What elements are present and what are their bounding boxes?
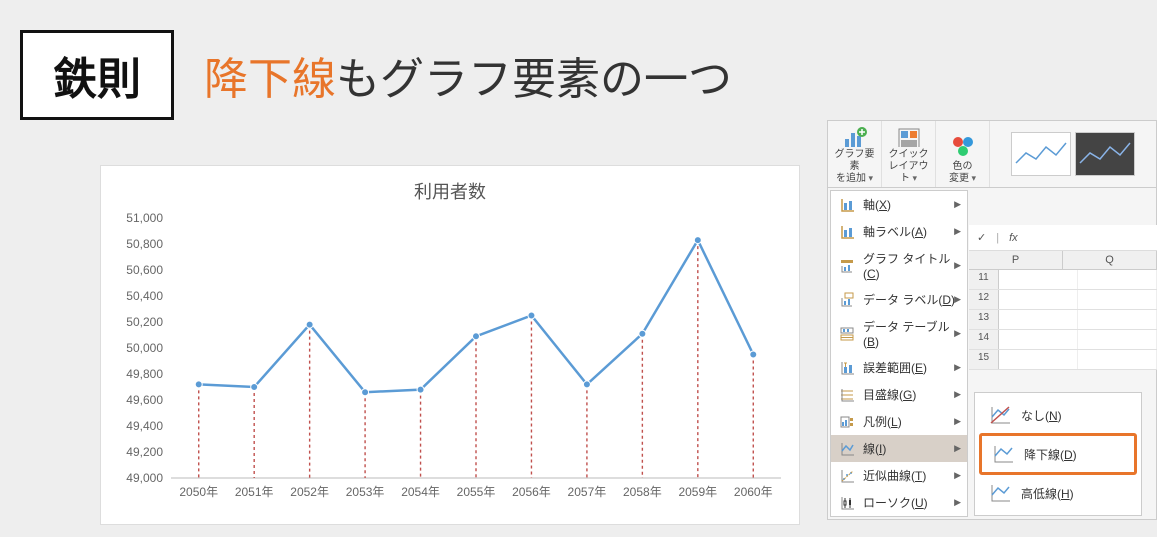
svg-text:50,800: 50,800 xyxy=(126,237,163,251)
menu-item-axis[interactable]: 軸ラベル(A)▶ xyxy=(831,218,967,245)
svg-text:49,000: 49,000 xyxy=(126,471,163,485)
col-header[interactable]: Q xyxy=(1063,251,1157,269)
worksheet-preview: ✓ | fx P Q 1112131415 xyxy=(969,225,1157,370)
svg-text:49,800: 49,800 xyxy=(126,367,163,381)
submenu-item-0[interactable]: なし(N) xyxy=(979,397,1137,433)
chart-style-gallery[interactable] xyxy=(990,121,1156,187)
svg-text:49,200: 49,200 xyxy=(126,445,163,459)
menu-item-grid[interactable]: 目盛線(G)▶ xyxy=(831,381,967,408)
menu-item-axis[interactable]: 軸(X)▶ xyxy=(831,191,967,218)
line-chart-svg: 49,000 49,200 49,400 49,600 49,800 50,000 50,2… xyxy=(101,208,801,518)
sheet-row[interactable]: 11 xyxy=(969,270,1157,290)
sheet-row[interactable]: 13 xyxy=(969,310,1157,330)
svg-text:2052年: 2052年 xyxy=(290,485,329,499)
menu-item-label[interactable]: データ ラベル(D)▶ xyxy=(831,286,967,313)
bar-plus-icon xyxy=(843,127,867,147)
change-colors-button[interactable]: 色の 変更 xyxy=(936,121,990,187)
menu-item-line[interactable]: 線(I)▶ xyxy=(831,435,967,462)
ribbon-top-row: グラフ要素 を追加 クイック レイアウト 色の 変更 xyxy=(828,121,1156,188)
lines-submenu: なし(N)降下線(D)高低線(H) xyxy=(974,392,1142,516)
svg-text:50,400: 50,400 xyxy=(126,289,163,303)
svg-text:2060年: 2060年 xyxy=(734,485,773,499)
svg-text:2057年: 2057年 xyxy=(568,485,607,499)
btn-label: グラフ要素 xyxy=(834,149,875,173)
column-headers: P Q xyxy=(969,251,1157,270)
svg-text:2050年: 2050年 xyxy=(179,485,218,499)
svg-text:2051年: 2051年 xyxy=(235,485,274,499)
submenu-item-2[interactable]: 高低線(H) xyxy=(979,475,1137,511)
formula-bar[interactable]: ✓ | fx xyxy=(969,225,1157,251)
col-header[interactable]: P xyxy=(969,251,1063,269)
btn-label: を追加 xyxy=(836,173,873,185)
svg-text:2054年: 2054年 xyxy=(401,485,440,499)
svg-text:49,600: 49,600 xyxy=(126,393,163,407)
title-accent: 降下線 xyxy=(204,55,336,104)
sparkline-icon xyxy=(1076,133,1134,175)
btn-label: レイアウト xyxy=(888,161,929,185)
menu-item-candle[interactable]: ローソク(U)▶ xyxy=(831,489,967,516)
sheet-row[interactable]: 15 xyxy=(969,350,1157,370)
menu-item-title[interactable]: グラフ タイトル(C)▶ xyxy=(831,245,967,286)
chart-element-menu: 軸(X)▶軸ラベル(A)▶グラフ タイトル(C)▶データ ラベル(D)▶データ … xyxy=(830,190,968,517)
svg-text:2055年: 2055年 xyxy=(457,485,496,499)
page-header: 鉄則 降下線もグラフ要素の一つ xyxy=(0,0,1157,130)
layout-icon xyxy=(897,127,921,147)
svg-text:50,200: 50,200 xyxy=(126,315,163,329)
svg-text:50,000: 50,000 xyxy=(126,341,163,355)
style-thumb-light[interactable] xyxy=(1011,132,1071,176)
chart-card[interactable]: 利用者数 49,000 49,200 49,400 49,600 49,800 50,00… xyxy=(100,165,800,525)
palette-icon xyxy=(951,135,975,159)
chart-title: 利用者数 xyxy=(101,166,799,208)
style-thumb-dark[interactable] xyxy=(1075,132,1135,176)
btn-label: 色の xyxy=(953,161,973,173)
sheet-row[interactable]: 12 xyxy=(969,290,1157,310)
fx-label: fx xyxy=(1009,232,1018,244)
sparkline-icon xyxy=(1012,133,1070,175)
title-rest: もグラフ要素の一つ xyxy=(336,55,732,104)
rule-badge: 鉄則 xyxy=(20,30,174,120)
add-chart-element-button[interactable]: グラフ要素 を追加 xyxy=(828,121,882,187)
svg-text:2059年: 2059年 xyxy=(678,485,717,499)
menu-item-legend[interactable]: 凡例(L)▶ xyxy=(831,408,967,435)
page-title: 降下線もグラフ要素の一つ xyxy=(204,43,732,107)
sheet-row[interactable]: 14 xyxy=(969,330,1157,350)
svg-text:49,400: 49,400 xyxy=(126,419,163,433)
menu-item-trend[interactable]: 近似曲線(T)▶ xyxy=(831,462,967,489)
svg-text:2058年: 2058年 xyxy=(623,485,662,499)
svg-text:50,600: 50,600 xyxy=(126,263,163,277)
svg-text:2053年: 2053年 xyxy=(346,485,385,499)
menu-item-table[interactable]: データ テーブル(B)▶ xyxy=(831,313,967,354)
accept-icon: ✓ xyxy=(977,231,986,244)
btn-label: 変更 xyxy=(949,173,976,185)
btn-label: クイック xyxy=(889,149,929,161)
submenu-item-1[interactable]: 降下線(D) xyxy=(979,433,1137,475)
chart-plot-area[interactable]: 49,000 49,200 49,400 49,600 49,800 50,000 50,2… xyxy=(101,208,799,518)
menu-item-error[interactable]: 誤差範囲(E)▶ xyxy=(831,354,967,381)
quick-layout-button[interactable]: クイック レイアウト xyxy=(882,121,936,187)
svg-text:51,000: 51,000 xyxy=(126,211,163,225)
svg-text:2056年: 2056年 xyxy=(512,485,551,499)
